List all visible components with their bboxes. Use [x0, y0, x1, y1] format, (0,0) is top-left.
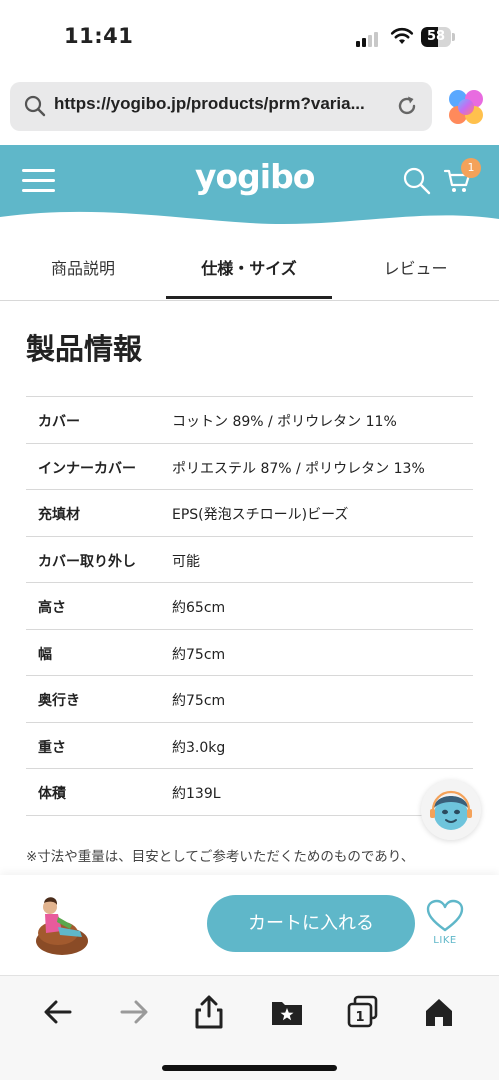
search-icon — [24, 95, 46, 117]
tab-specs[interactable]: 仕様・サイズ — [166, 240, 332, 300]
spec-value: コットン 89% / ポリウレタン 11% — [172, 414, 397, 430]
spec-label: 幅 — [38, 646, 52, 663]
spec-label: 体積 — [38, 786, 66, 802]
share-icon[interactable] — [191, 994, 227, 1030]
tabs-icon[interactable]: 1 — [345, 994, 381, 1030]
spec-label: 充填材 — [38, 507, 80, 523]
home-icon[interactable] — [421, 994, 457, 1030]
status-time: 11:41 — [64, 24, 134, 48]
url-text[interactable]: https://yogibo.jp/products/prm?varia... — [54, 94, 365, 114]
url-bar[interactable]: https://yogibo.jp/products/prm?varia... — [10, 82, 432, 131]
purchase-bar: カートに入れる LIKE — [0, 875, 499, 975]
active-tab-indicator — [166, 296, 332, 299]
tab-description[interactable]: 商品説明 — [0, 240, 166, 300]
product-thumbnail — [36, 897, 88, 955]
table-row: インナーカバー ポリエステル 87% / ポリウレタン 13% — [26, 444, 473, 490]
spec-label: 高さ — [38, 600, 66, 616]
product-tabs: 商品説明 仕様・サイズ レビュー — [0, 240, 499, 301]
spec-label: 重さ — [38, 739, 66, 756]
battery-icon: 58 — [421, 27, 455, 47]
table-row: 奥行き 約75cm — [26, 676, 473, 723]
home-indicator — [162, 1065, 337, 1071]
table-row: 充填材 EPS(発泡スチロール)ビーズ — [26, 490, 473, 537]
spec-value: 約139L — [172, 786, 221, 802]
wifi-icon — [390, 27, 414, 44]
table-row: 体積 約139L — [26, 769, 473, 816]
cellular-signal-icon — [356, 31, 382, 47]
hamburger-menu-icon[interactable] — [22, 169, 56, 193]
table-row: 高さ 約65cm — [26, 583, 473, 630]
reload-icon[interactable] — [395, 94, 419, 118]
address-row: https://yogibo.jp/products/prm?varia... — [0, 70, 499, 145]
spec-label: カバー取り外し — [38, 553, 136, 570]
table-row: カバー コットン 89% / ポリウレタン 11% — [26, 397, 473, 444]
spec-value: ポリエステル 87% / ポリウレタン 13% — [172, 460, 425, 477]
assistant-icon[interactable] — [447, 88, 485, 126]
yogibo-logo[interactable]: yogibo — [195, 157, 315, 207]
bookmarks-icon[interactable] — [269, 994, 305, 1030]
spec-value: 約65cm — [172, 600, 226, 616]
spec-value: 約3.0kg — [172, 739, 226, 756]
battery-level: 58 — [426, 29, 446, 44]
spec-label: インナーカバー — [38, 460, 136, 477]
search-icon[interactable] — [403, 167, 431, 195]
tabs-count: 1 — [355, 1010, 364, 1025]
site-header: yogibo 1 — [0, 145, 499, 230]
like-label: LIKE — [433, 935, 457, 946]
heart-icon — [426, 899, 464, 932]
spec-label: カバー — [38, 414, 80, 430]
like-button[interactable]: LIKE — [425, 899, 465, 949]
table-row: 重さ 約3.0kg — [26, 723, 473, 769]
spec-value: 約75cm — [172, 646, 226, 663]
section-title: 製品情報 — [26, 332, 143, 366]
forward-arrow-icon[interactable] — [116, 994, 152, 1030]
chat-support-icon[interactable] — [421, 780, 481, 840]
spec-value: 可能 — [172, 553, 200, 570]
status-bar: 11:41 58 — [0, 0, 499, 70]
back-arrow-icon[interactable] — [40, 994, 76, 1030]
spec-value: 約75cm — [172, 693, 226, 709]
table-row: カバー取り外し 可能 — [26, 537, 473, 583]
table-row: 幅 約75cm — [26, 630, 473, 676]
spec-label: 奥行き — [38, 693, 80, 709]
size-footnote: ※寸法や重量は、目安としてご参考いただくためのものであり、 — [26, 849, 415, 865]
spec-table: カバー コットン 89% / ポリウレタン 11% インナーカバー ポリエステル… — [26, 396, 473, 816]
spec-value: EPS(発泡スチロール)ビーズ — [172, 507, 349, 523]
add-to-cart-button[interactable]: カートに入れる — [207, 895, 415, 952]
tab-reviews[interactable]: レビュー — [332, 240, 499, 300]
browser-toolbar: 1 — [0, 975, 499, 1080]
cart-count-badge: 1 — [461, 158, 481, 178]
